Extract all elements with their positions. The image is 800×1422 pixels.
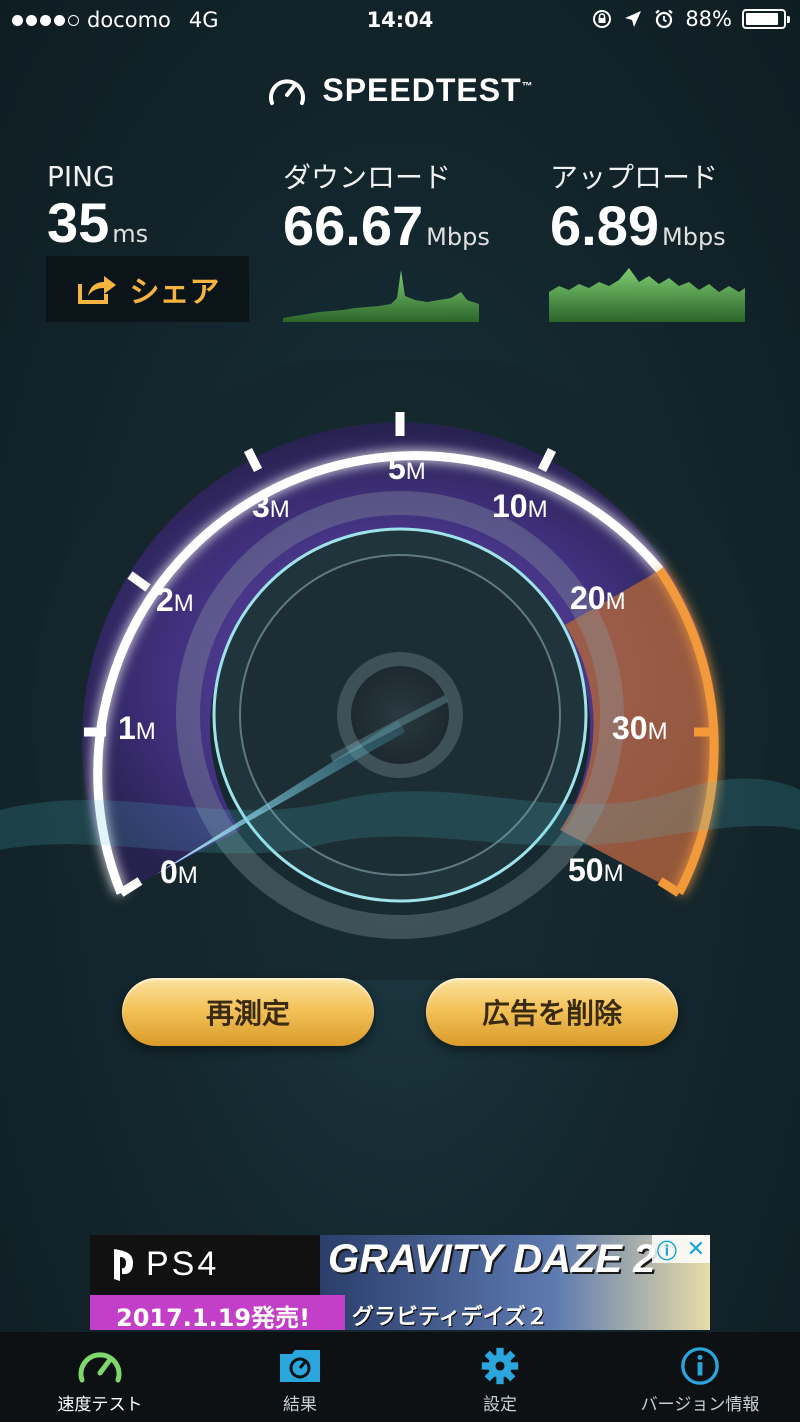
speedtest-logo: SPEEDTEST™ bbox=[0, 72, 800, 109]
ad-brand: PS4 bbox=[146, 1245, 220, 1283]
ping-result: PING 35 ms bbox=[47, 160, 148, 253]
tab-label-version-info: バージョン情報 bbox=[640, 1395, 760, 1415]
tick-label-0: 0M bbox=[160, 854, 198, 890]
tick-label-50: 50M bbox=[568, 852, 624, 888]
alarm-icon bbox=[655, 9, 674, 29]
upload-label: アップロード bbox=[550, 161, 719, 194]
download-result: ダウンロード 66.67 Mbps bbox=[283, 156, 490, 256]
tick-label-3: 3M bbox=[252, 488, 290, 524]
download-speed-graph bbox=[283, 270, 479, 322]
tab-bar: 速度テスト 結果 設定 バージョン情報 bbox=[0, 1332, 800, 1422]
info-icon bbox=[681, 1347, 719, 1385]
tick-label-2: 2M bbox=[156, 582, 194, 618]
speedometer-logo-icon bbox=[269, 79, 306, 105]
results-icon bbox=[280, 1350, 320, 1382]
tab-label-speed-test: 速度テスト bbox=[57, 1395, 143, 1415]
location-arrow-icon bbox=[625, 11, 642, 27]
remove-ads-button[interactable]: 広告を削除 bbox=[426, 978, 678, 1046]
ping-value: 35 bbox=[47, 191, 110, 254]
battery-percent: 88% bbox=[685, 7, 732, 31]
share-label: シェア bbox=[129, 275, 220, 310]
ad-subtitle: グラビティデイズ２ bbox=[352, 1305, 549, 1330]
tab-results[interactable]: 結果 bbox=[200, 1332, 400, 1422]
upload-value-row: 6.89 Mbps bbox=[550, 196, 726, 256]
upload-speed-graph bbox=[549, 268, 745, 322]
download-label: ダウンロード bbox=[283, 161, 452, 194]
tick-label-20: 20M bbox=[570, 580, 626, 616]
ad-brand-area: PS4 bbox=[90, 1235, 320, 1295]
ad-title: GRAVITY DAZE 2 bbox=[328, 1237, 656, 1281]
tab-label-settings: 設定 bbox=[483, 1395, 517, 1415]
tab-version-info[interactable]: バージョン情報 bbox=[600, 1332, 800, 1422]
tick-label-1: 1M bbox=[118, 710, 156, 746]
status-bar: docomo 4G 14:04 88% bbox=[0, 0, 800, 40]
upload-unit: Mbps bbox=[662, 223, 726, 251]
tab-label-results: 結果 bbox=[283, 1395, 317, 1415]
status-right: 88% bbox=[591, 7, 790, 31]
ad-release-date: 2017.1.19発売! bbox=[116, 1304, 311, 1330]
tick-label-30: 30M bbox=[612, 710, 668, 746]
tab-settings[interactable]: 設定 bbox=[400, 1332, 600, 1422]
tick-label-10: 10M bbox=[492, 488, 548, 524]
ping-unit: ms bbox=[112, 220, 149, 248]
retest-button[interactable]: 再測定 bbox=[122, 978, 374, 1046]
share-button[interactable]: シェア bbox=[46, 256, 249, 322]
gear-icon bbox=[481, 1347, 519, 1385]
tab-speed-test[interactable]: 速度テスト bbox=[0, 1332, 200, 1422]
upload-value: 6.89 bbox=[550, 194, 659, 257]
share-icon bbox=[77, 276, 116, 304]
upload-result: アップロード 6.89 Mbps bbox=[550, 156, 726, 256]
download-value: 66.67 bbox=[283, 194, 424, 257]
ping-value-row: 35 ms bbox=[47, 193, 148, 253]
ad-controls: ⓘ ✕ bbox=[652, 1235, 710, 1263]
playstation-logo-icon bbox=[114, 1249, 133, 1281]
ping-label: PING bbox=[47, 160, 115, 193]
logo-text: SPEEDTEST™ bbox=[322, 72, 534, 108]
download-unit: Mbps bbox=[426, 223, 490, 251]
speedometer-icon bbox=[78, 1352, 122, 1383]
ad-close-icon[interactable]: ✕ bbox=[687, 1237, 705, 1262]
download-value-row: 66.67 Mbps bbox=[283, 196, 490, 256]
tick-label-5: 5M bbox=[388, 450, 426, 486]
battery-icon bbox=[742, 9, 790, 29]
ad-info-icon[interactable]: ⓘ bbox=[657, 1235, 677, 1264]
ad-release-bar: 2017.1.19発売! bbox=[90, 1295, 345, 1330]
rotation-lock-icon bbox=[593, 10, 612, 28]
ad-banner[interactable]: PS4 GRAVITY DAZE 2 グラビティデイズ２ 2017.1.19発売… bbox=[90, 1235, 710, 1330]
